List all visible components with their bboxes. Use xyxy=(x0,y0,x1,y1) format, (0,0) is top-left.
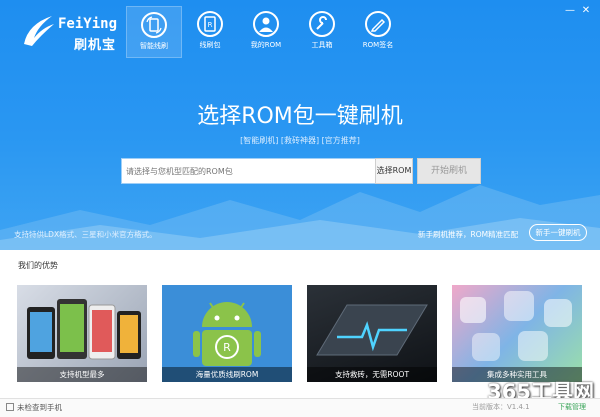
nav-label: ROM签名 xyxy=(362,41,394,49)
advantage-card-models[interactable]: 支持机型最多 xyxy=(17,285,147,382)
select-rom-button[interactable]: 选择ROM xyxy=(375,158,413,184)
nav-label: 我的ROM xyxy=(250,41,282,49)
nav-label: 工具箱 xyxy=(311,41,333,49)
phone-status-icon xyxy=(6,403,14,411)
nav-rom-package[interactable]: R 线刷包 xyxy=(182,6,238,58)
svg-text:R: R xyxy=(223,341,231,354)
brand-name-cn: 刷机宝 xyxy=(74,38,117,53)
advantages-title: 我们的优势 xyxy=(18,261,58,270)
advantage-cards: 支持机型最多 R 海量优质线刷ROM 支持救砖，无需ROOT 集成多种实用工具 xyxy=(17,285,582,382)
close-button[interactable]: ✕ xyxy=(578,4,594,18)
brand-name-en: FeiYing xyxy=(58,16,118,32)
nav-smart-flash[interactable]: 智能线刷 xyxy=(126,6,182,58)
nav-label: 线刷包 xyxy=(199,41,221,49)
card-caption: 海量优质线刷ROM xyxy=(162,367,292,382)
card-caption: 支持机型最多 xyxy=(17,367,147,382)
feature-tags: [智能刷机] [救砖神器] [官方推荐] xyxy=(240,136,360,145)
svg-text:R: R xyxy=(208,21,213,29)
version-label: 当前版本：V1.4.1 xyxy=(472,403,530,411)
card-caption: 支持救砖，无需ROOT xyxy=(307,367,437,382)
wrench-icon xyxy=(309,11,335,37)
page-headline: 选择ROM包一键刷机 xyxy=(197,104,403,129)
app-logo: FeiYing 刷机宝 xyxy=(18,10,118,53)
pen-icon xyxy=(365,11,391,37)
advantage-card-tools[interactable]: 集成多种实用工具 xyxy=(452,285,582,382)
nav-rom-sign[interactable]: ROM签名 xyxy=(350,6,406,58)
window-controls: — ✕ xyxy=(562,4,594,18)
rom-path-input[interactable] xyxy=(121,158,375,184)
support-note: 支持特供LDX格式、三星和小米官方格式。 xyxy=(14,230,157,239)
nav-label: 智能线刷 xyxy=(140,42,168,50)
start-flash-button[interactable]: 开始刷机 xyxy=(417,158,481,184)
beginner-flash-button[interactable]: 新手一键刷机 xyxy=(529,224,587,241)
nav-my-rom[interactable]: 我的ROM xyxy=(238,6,294,58)
status-bar: 未检查到手机 当前版本：V1.4.1 下载管理 xyxy=(0,398,600,417)
advantage-card-unbrick[interactable]: 支持救砖，无需ROOT xyxy=(307,285,437,382)
minimize-button[interactable]: — xyxy=(562,4,578,18)
device-status: 未检查到手机 xyxy=(6,402,62,413)
device-status-text: 未检查到手机 xyxy=(17,403,62,412)
download-manager-link[interactable]: 下载管理 xyxy=(558,402,586,412)
advantage-card-rom[interactable]: R 海量优质线刷ROM xyxy=(162,285,292,382)
refresh-phone-icon xyxy=(141,12,167,38)
user-icon xyxy=(253,11,279,37)
rom-select-row: 选择ROM 开始刷机 xyxy=(121,158,481,184)
nav-toolbox[interactable]: 工具箱 xyxy=(294,6,350,58)
bird-logo-icon xyxy=(24,16,54,46)
main-nav: 智能线刷 R 线刷包 我的ROM 工具箱 ROM签名 xyxy=(126,6,406,58)
rom-package-icon: R xyxy=(197,11,223,37)
hero-banner: FeiYing 刷机宝 智能线刷 R 线刷包 我的ROM 工具箱 ROM签名 —… xyxy=(0,0,600,250)
recommend-note: 新手刷机推荐，ROM精准匹配 xyxy=(418,230,519,239)
